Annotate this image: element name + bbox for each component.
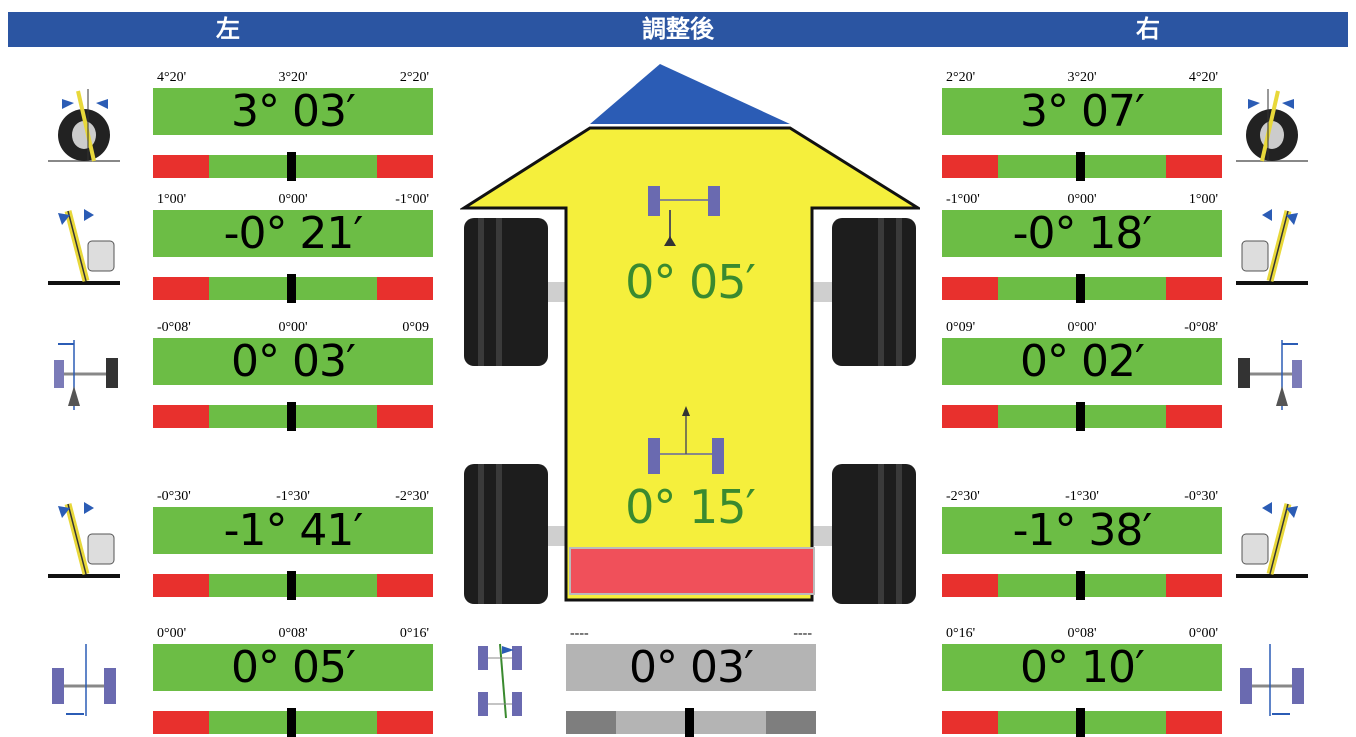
tolerance-bar [942, 152, 1222, 181]
left-camber-panel: 4°20' 3°20' 2°20' 3° 03′ [153, 70, 433, 181]
tick-max: 4°20' [1188, 70, 1218, 85]
tolerance-needle [287, 274, 296, 303]
tolerance-needle [287, 571, 296, 600]
center-title: 調整後 [642, 15, 714, 43]
arrow-tip-icon [590, 64, 790, 124]
caster-kingpin-icon [1236, 502, 1308, 578]
right-side-title: 右 [1136, 15, 1160, 43]
measurement-value: -1° 38′ [942, 507, 1222, 555]
tolerance-bar [153, 274, 433, 303]
tolerance-needle [1076, 274, 1085, 303]
tick-min: ---- [570, 626, 589, 641]
tolerance-needle [287, 402, 296, 431]
thrust-angle-icon [52, 644, 116, 716]
left-caster-panel: 1°00' 0°00' -1°00' -0° 21′ [153, 192, 433, 303]
wheel-camber-icon [1236, 89, 1308, 162]
tolerance-bar [942, 571, 1222, 600]
right-camber-panel: 2°20' 3°20' 4°20' 3° 07′ [942, 70, 1222, 181]
right-rear-toe-panel: 0°16' 0°08' 0°00' 0° 10′ [942, 626, 1222, 737]
left-rear-toe-panel: 0°00' 0°08' 0°16' 0° 05′ [153, 626, 433, 737]
toe-axle-icon [1238, 340, 1302, 410]
tick-max: 0°09 [402, 320, 429, 335]
tolerance-needle [287, 708, 296, 737]
right-rear-camber-panel: -2°30' -1°30' -0°30' -1° 38′ [942, 489, 1222, 600]
wheel-camber-icon [48, 89, 120, 162]
front-right-wheel-icon [832, 218, 916, 366]
tolerance-bar [942, 402, 1222, 431]
tolerance-needle [685, 708, 694, 737]
tick-max: 2°20' [399, 70, 429, 85]
rear-bumper-marker [569, 547, 815, 595]
tolerance-bar [566, 708, 816, 737]
tick-max: 0°00' [1188, 626, 1218, 641]
tick-max: -1°00' [395, 192, 429, 207]
tick-max: -2°30' [395, 489, 429, 504]
toe-axle-icon [54, 340, 118, 410]
measurement-value: 0° 02′ [942, 338, 1222, 386]
left-rear-camber-panel: -0°30' -1°30' -2°30' -1° 41′ [153, 489, 433, 600]
tolerance-bar [153, 571, 433, 600]
tolerance-bar [942, 274, 1222, 303]
thrust-angle-icon [1240, 644, 1304, 716]
measurement-value: 3° 03′ [153, 88, 433, 136]
measurement-value: 3° 07′ [942, 88, 1222, 136]
measurement-value: 0° 05′ [153, 644, 433, 692]
tick-max: 1°00' [1188, 192, 1218, 207]
tolerance-bar [942, 708, 1222, 737]
tick-max: -0°08' [1184, 320, 1218, 335]
tick-mid: -1°30' [1065, 489, 1099, 504]
left-side-title: 左 [216, 15, 240, 43]
left-toe-panel: -0°08' 0°00' 0°09 0° 03′ [153, 320, 433, 431]
right-toe-panel: 0°09' 0°00' -0°08' 0° 02′ [942, 320, 1222, 431]
tick-mid: 0°00' [1067, 192, 1097, 207]
tick-mid: 0°08' [1067, 626, 1097, 641]
caster-kingpin-icon [48, 209, 120, 285]
thrust-line-icon [478, 643, 522, 719]
front-left-wheel-icon [464, 218, 548, 366]
tolerance-needle [287, 152, 296, 181]
tolerance-needle [1076, 571, 1085, 600]
measurement-value: -0° 18′ [942, 210, 1222, 258]
header-bar: 左 調整後 右 [8, 12, 1348, 47]
tolerance-bar [153, 152, 433, 181]
tick-mid: 3°20' [1067, 70, 1097, 85]
tick-max: ---- [793, 626, 812, 641]
tick-mid: 0°08' [278, 626, 308, 641]
tick-max: 0°16' [399, 626, 429, 641]
tolerance-bar [153, 708, 433, 737]
tolerance-bar [153, 402, 433, 431]
tick-max: -0°30' [1184, 489, 1218, 504]
rear-total-toe-value: 0° 15′ [625, 480, 756, 534]
measurement-value: 0° 03′ [153, 338, 433, 386]
thrust-angle-panel: ---- ---- 0° 03′ [566, 626, 816, 737]
tick-mid: 0°00' [1067, 320, 1097, 335]
tick-mid: -1°30' [276, 489, 310, 504]
front-total-toe-value: 0° 05′ [625, 255, 756, 309]
right-caster-panel: -1°00' 0°00' 1°00' -0° 18′ [942, 192, 1222, 303]
measurement-value: -1° 41′ [153, 507, 433, 555]
measurement-value: 0° 10′ [942, 644, 1222, 692]
tolerance-needle [1076, 708, 1085, 737]
rear-left-wheel-icon [464, 464, 548, 604]
tolerance-needle [1076, 402, 1085, 431]
tick-mid: 0°00' [278, 320, 308, 335]
tick-mid: 3°20' [278, 70, 308, 85]
rear-right-wheel-icon [832, 464, 916, 604]
measurement-value: -0° 21′ [153, 210, 433, 258]
caster-kingpin-icon [48, 502, 120, 578]
tolerance-needle [1076, 152, 1085, 181]
tick-mid: 0°00' [278, 192, 308, 207]
measurement-value: 0° 03′ [566, 644, 816, 692]
caster-kingpin-icon [1236, 209, 1308, 285]
